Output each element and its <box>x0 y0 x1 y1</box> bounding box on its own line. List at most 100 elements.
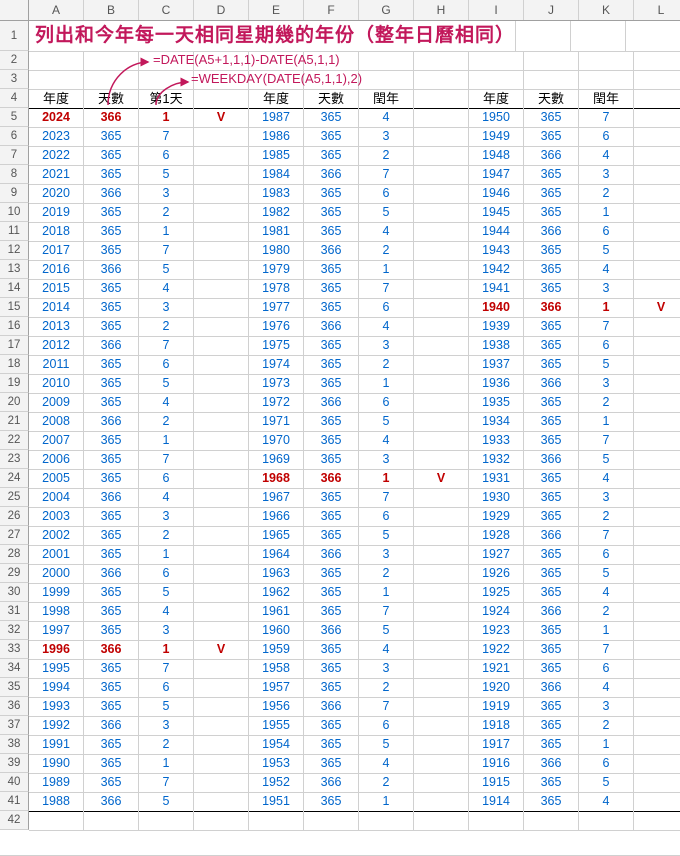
table-cell[interactable]: 4 <box>579 469 634 489</box>
table-cell[interactable]: 2005 <box>29 469 84 489</box>
row-header-26[interactable]: 26 <box>0 507 29 526</box>
table-cell[interactable]: 1984 <box>249 165 304 185</box>
row-header-5[interactable]: 5 <box>0 108 29 127</box>
cell-J3[interactable] <box>524 70 579 90</box>
table-cell[interactable]: 1991 <box>29 735 84 755</box>
table-cell[interactable]: 7 <box>359 165 414 185</box>
table-cell[interactable]: 1978 <box>249 279 304 299</box>
table-cell[interactable]: 366 <box>304 393 359 413</box>
table-cell[interactable]: 1963 <box>249 564 304 584</box>
table-cell[interactable]: 2000 <box>29 564 84 584</box>
table-cell[interactable]: 4 <box>359 222 414 242</box>
table-cell[interactable]: 365 <box>84 659 139 679</box>
cell-L34[interactable] <box>634 659 680 679</box>
cell-D25[interactable] <box>194 488 249 508</box>
cell-H41[interactable] <box>414 792 469 812</box>
cell-A2[interactable] <box>29 51 84 71</box>
table-cell[interactable]: 1970 <box>249 431 304 451</box>
row-header-20[interactable]: 20 <box>0 393 29 412</box>
cell-L25[interactable] <box>634 488 680 508</box>
table-cell[interactable]: 365 <box>84 317 139 337</box>
table-cell[interactable]: 1927 <box>469 545 524 565</box>
cell-D26[interactable] <box>194 507 249 527</box>
cell-D7[interactable] <box>194 146 249 166</box>
cell-D21[interactable] <box>194 412 249 432</box>
table-cell[interactable]: 1 <box>579 203 634 223</box>
table-cell[interactable]: 1954 <box>249 735 304 755</box>
table-cell[interactable]: 365 <box>84 431 139 451</box>
cell-D42[interactable] <box>194 811 249 831</box>
table-cell[interactable]: 365 <box>524 279 579 299</box>
table-cell[interactable]: 2013 <box>29 317 84 337</box>
table-cell[interactable]: 2003 <box>29 507 84 527</box>
table-cell[interactable]: 1999 <box>29 583 84 603</box>
table-cell[interactable]: 1930 <box>469 488 524 508</box>
table-cell[interactable]: 3 <box>579 488 634 508</box>
table-cell[interactable]: 1992 <box>29 716 84 736</box>
cell-B1[interactable] <box>516 21 571 52</box>
select-all-corner[interactable] <box>0 0 29 20</box>
cell-L8[interactable] <box>634 165 680 185</box>
cell-H13[interactable] <box>414 260 469 280</box>
table-cell[interactable]: 1957 <box>249 678 304 698</box>
table-cell[interactable]: 1916 <box>469 754 524 774</box>
table-cell[interactable]: 365 <box>304 507 359 527</box>
table-cell[interactable]: 1940 <box>469 298 524 318</box>
cell-I3[interactable] <box>469 70 524 90</box>
table-cell[interactable]: 366 <box>84 640 139 660</box>
table-cell[interactable]: 4 <box>579 583 634 603</box>
cell-H27[interactable] <box>414 526 469 546</box>
table-cell[interactable]: 365 <box>524 165 579 185</box>
table-cell[interactable]: 366 <box>84 108 139 128</box>
table-cell[interactable]: 1934 <box>469 412 524 432</box>
table-cell[interactable]: 366 <box>84 716 139 736</box>
table-cell[interactable]: 4 <box>139 602 194 622</box>
table-cell[interactable]: 2009 <box>29 393 84 413</box>
table-header[interactable]: 閏年 <box>359 89 414 109</box>
table-cell[interactable]: 2 <box>359 241 414 261</box>
table-cell[interactable]: 365 <box>304 488 359 508</box>
match-marker[interactable]: V <box>194 108 249 128</box>
table-cell[interactable]: 1960 <box>249 621 304 641</box>
column-header-F[interactable]: F <box>304 0 359 20</box>
table-cell[interactable]: 1995 <box>29 659 84 679</box>
table-cell[interactable]: 365 <box>304 450 359 470</box>
table-cell[interactable]: 366 <box>524 146 579 166</box>
table-cell[interactable]: 6 <box>139 678 194 698</box>
cell-D32[interactable] <box>194 621 249 641</box>
cell-H3[interactable] <box>414 70 469 90</box>
table-cell[interactable]: 365 <box>84 222 139 242</box>
table-cell[interactable]: 365 <box>524 735 579 755</box>
table-cell[interactable]: 366 <box>84 488 139 508</box>
table-cell[interactable]: 365 <box>304 792 359 812</box>
cell-H9[interactable] <box>414 184 469 204</box>
table-cell[interactable]: 366 <box>84 336 139 356</box>
table-cell[interactable]: 1929 <box>469 507 524 527</box>
table-cell[interactable]: 365 <box>304 374 359 394</box>
row-header-12[interactable]: 12 <box>0 241 29 260</box>
table-cell[interactable]: 2024 <box>29 108 84 128</box>
table-cell[interactable]: 365 <box>524 716 579 736</box>
column-header-K[interactable]: K <box>579 0 634 20</box>
table-cell[interactable]: 1955 <box>249 716 304 736</box>
cell-L26[interactable] <box>634 507 680 527</box>
table-cell[interactable]: 1922 <box>469 640 524 660</box>
cell-H10[interactable] <box>414 203 469 223</box>
table-cell[interactable]: 1943 <box>469 241 524 261</box>
table-cell[interactable]: 1931 <box>469 469 524 489</box>
table-cell[interactable]: 7 <box>579 431 634 451</box>
table-cell[interactable]: 6 <box>579 754 634 774</box>
cell-L38[interactable] <box>634 735 680 755</box>
table-cell[interactable]: 1956 <box>249 697 304 717</box>
cell-L21[interactable] <box>634 412 680 432</box>
cell-L10[interactable] <box>634 203 680 223</box>
table-cell[interactable]: 1975 <box>249 336 304 356</box>
table-cell[interactable]: 365 <box>304 640 359 660</box>
cell-D16[interactable] <box>194 317 249 337</box>
cell-H7[interactable] <box>414 146 469 166</box>
column-header-C[interactable]: C <box>139 0 194 20</box>
cell-H34[interactable] <box>414 659 469 679</box>
cell-L39[interactable] <box>634 754 680 774</box>
table-cell[interactable]: 1950 <box>469 108 524 128</box>
cell-J42[interactable] <box>524 811 579 831</box>
